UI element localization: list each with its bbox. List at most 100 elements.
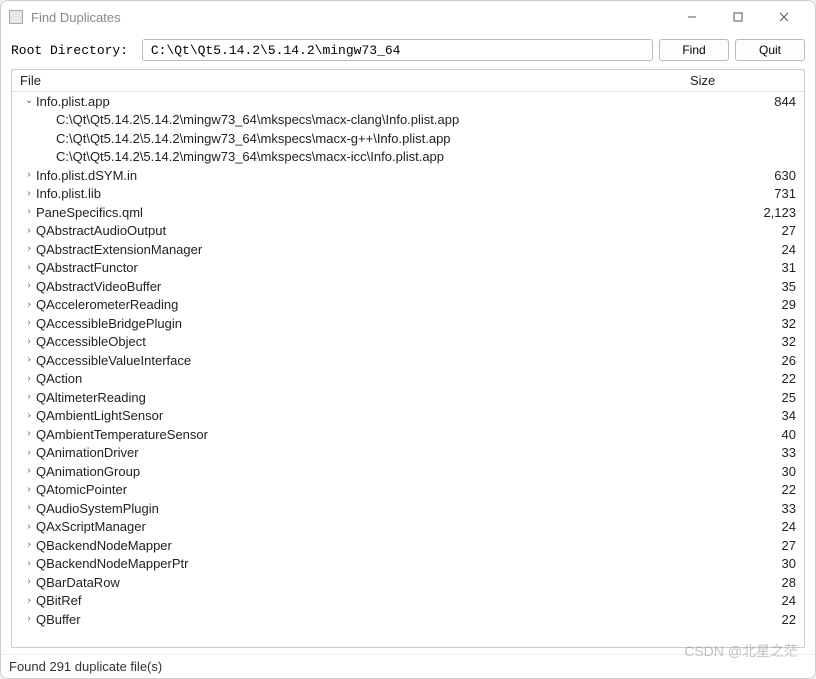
tree-view: File Size ⌄Info.plist.app844C:\Qt\Qt5.14… xyxy=(11,69,805,648)
tree-row[interactable]: ›QAccessibleObject32 xyxy=(12,333,804,352)
tree-item-label: QAtomicPointer xyxy=(36,482,694,497)
tree-row[interactable]: ›QAbstractExtensionManager24 xyxy=(12,240,804,259)
tree-item-size: 35 xyxy=(694,279,804,294)
tree-item-label: QAccelerometerReading xyxy=(36,297,694,312)
tree-item-label: QAmbientTemperatureSensor xyxy=(36,427,694,442)
tree-item-size: 34 xyxy=(694,408,804,423)
tree-row[interactable]: ›QAction22 xyxy=(12,370,804,389)
chevron-right-icon[interactable]: › xyxy=(22,596,36,606)
column-header-file[interactable]: File xyxy=(12,73,684,88)
tree-row[interactable]: ›QAmbientTemperatureSensor40 xyxy=(12,425,804,444)
tree-child-row[interactable]: C:\Qt\Qt5.14.2\5.14.2\mingw73_64\mkspecs… xyxy=(12,129,804,148)
tree-item-label: QAmbientLightSensor xyxy=(36,408,694,423)
chevron-down-icon[interactable]: ⌄ xyxy=(22,96,36,106)
tree-item-size: 22 xyxy=(694,371,804,386)
chevron-right-icon[interactable]: › xyxy=(22,207,36,217)
window-title: Find Duplicates xyxy=(31,10,669,25)
chevron-right-icon[interactable]: › xyxy=(22,448,36,458)
chevron-right-icon[interactable]: › xyxy=(22,281,36,291)
tree-item-label: Info.plist.dSYM.in xyxy=(36,168,694,183)
chevron-right-icon[interactable]: › xyxy=(22,429,36,439)
chevron-right-icon[interactable]: › xyxy=(22,226,36,236)
tree-item-size: 32 xyxy=(694,316,804,331)
chevron-right-icon[interactable]: › xyxy=(22,374,36,384)
chevron-right-icon[interactable]: › xyxy=(22,614,36,624)
tree-item-label: QAbstractFunctor xyxy=(36,260,694,275)
chevron-right-icon[interactable]: › xyxy=(22,355,36,365)
tree-row[interactable]: ›QBarDataRow28 xyxy=(12,573,804,592)
tree-row[interactable]: ›QAmbientLightSensor34 xyxy=(12,407,804,426)
chevron-right-icon[interactable]: › xyxy=(22,577,36,587)
tree-row[interactable]: ›QAltimeterReading25 xyxy=(12,388,804,407)
tree-row[interactable]: ⌄Info.plist.app844 xyxy=(12,92,804,111)
column-header-size[interactable]: Size xyxy=(684,73,804,88)
tree-item-label: QAbstractVideoBuffer xyxy=(36,279,694,294)
tree-row[interactable]: ›QAxScriptManager24 xyxy=(12,518,804,537)
chevron-right-icon[interactable]: › xyxy=(22,263,36,273)
tree-row[interactable]: ›QAnimationGroup30 xyxy=(12,462,804,481)
toolbar: Root Directory: Find Quit xyxy=(1,33,815,69)
tree-item-size: 29 xyxy=(694,297,804,312)
chevron-right-icon[interactable]: › xyxy=(22,318,36,328)
tree-row[interactable]: ›QBackendNodeMapperPtr30 xyxy=(12,555,804,574)
chevron-right-icon[interactable]: › xyxy=(22,189,36,199)
titlebar: Find Duplicates xyxy=(1,1,815,33)
tree-item-label: QAnimationGroup xyxy=(36,464,694,479)
tree-row[interactable]: ›QAccelerometerReading29 xyxy=(12,296,804,315)
tree-row[interactable]: ›QAbstractFunctor31 xyxy=(12,259,804,278)
chevron-right-icon[interactable]: › xyxy=(22,337,36,347)
tree-child-row[interactable]: C:\Qt\Qt5.14.2\5.14.2\mingw73_64\mkspecs… xyxy=(12,111,804,130)
tree-item-size: 22 xyxy=(694,482,804,497)
tree-item-size: 33 xyxy=(694,501,804,516)
chevron-right-icon[interactable]: › xyxy=(22,503,36,513)
tree-row[interactable]: ›Info.plist.lib731 xyxy=(12,185,804,204)
tree-item-size: 32 xyxy=(694,334,804,349)
tree-item-size: 24 xyxy=(694,242,804,257)
chevron-right-icon[interactable]: › xyxy=(22,170,36,180)
tree-item-label: QAbstractAudioOutput xyxy=(36,223,694,238)
chevron-right-icon[interactable]: › xyxy=(22,540,36,550)
tree-item-label: QAudioSystemPlugin xyxy=(36,501,694,516)
tree-item-label: QAnimationDriver xyxy=(36,445,694,460)
tree-row[interactable]: ›Info.plist.dSYM.in630 xyxy=(12,166,804,185)
tree-row[interactable]: ›QAudioSystemPlugin33 xyxy=(12,499,804,518)
tree-item-size: 22 xyxy=(694,612,804,627)
chevron-right-icon[interactable]: › xyxy=(22,244,36,254)
tree-item-label: QBackendNodeMapper xyxy=(36,538,694,553)
tree-row[interactable]: ›QAbstractAudioOutput27 xyxy=(12,222,804,241)
chevron-right-icon[interactable]: › xyxy=(22,300,36,310)
tree-item-label: QAccessibleValueInterface xyxy=(36,353,694,368)
tree-row[interactable]: ›QAccessibleBridgePlugin32 xyxy=(12,314,804,333)
chevron-right-icon[interactable]: › xyxy=(22,485,36,495)
tree-row[interactable]: ›QAnimationDriver33 xyxy=(12,444,804,463)
app-icon xyxy=(9,10,23,24)
find-button[interactable]: Find xyxy=(659,39,729,61)
tree-row[interactable]: ›QBackendNodeMapper27 xyxy=(12,536,804,555)
tree-row[interactable]: ›QAtomicPointer22 xyxy=(12,481,804,500)
tree-row[interactable]: ›QAbstractVideoBuffer35 xyxy=(12,277,804,296)
tree-row[interactable]: ›QAccessibleValueInterface26 xyxy=(12,351,804,370)
root-directory-label: Root Directory: xyxy=(11,43,136,58)
quit-button[interactable]: Quit xyxy=(735,39,805,61)
tree-item-size: 2,123 xyxy=(694,205,804,220)
tree-body[interactable]: ⌄Info.plist.app844C:\Qt\Qt5.14.2\5.14.2\… xyxy=(12,92,804,647)
chevron-right-icon[interactable]: › xyxy=(22,411,36,421)
maximize-button[interactable] xyxy=(715,1,761,33)
chevron-right-icon[interactable]: › xyxy=(22,522,36,532)
close-button[interactable] xyxy=(761,1,807,33)
tree-child-path: C:\Qt\Qt5.14.2\5.14.2\mingw73_64\mkspecs… xyxy=(56,149,694,164)
tree-item-size: 30 xyxy=(694,464,804,479)
minimize-button[interactable] xyxy=(669,1,715,33)
tree-row[interactable]: ›PaneSpecifics.qml2,123 xyxy=(12,203,804,222)
app-window: Find Duplicates Root Directory: Find Qui… xyxy=(0,0,816,679)
tree-item-size: 28 xyxy=(694,575,804,590)
chevron-right-icon[interactable]: › xyxy=(22,392,36,402)
tree-header: File Size xyxy=(12,70,804,92)
chevron-right-icon[interactable]: › xyxy=(22,466,36,476)
chevron-right-icon[interactable]: › xyxy=(22,559,36,569)
tree-child-row[interactable]: C:\Qt\Qt5.14.2\5.14.2\mingw73_64\mkspecs… xyxy=(12,148,804,167)
root-directory-input[interactable] xyxy=(142,39,653,61)
tree-row[interactable]: ›QBuffer22 xyxy=(12,610,804,629)
tree-row[interactable]: ›QBitRef24 xyxy=(12,592,804,611)
tree-item-size: 844 xyxy=(694,94,804,109)
